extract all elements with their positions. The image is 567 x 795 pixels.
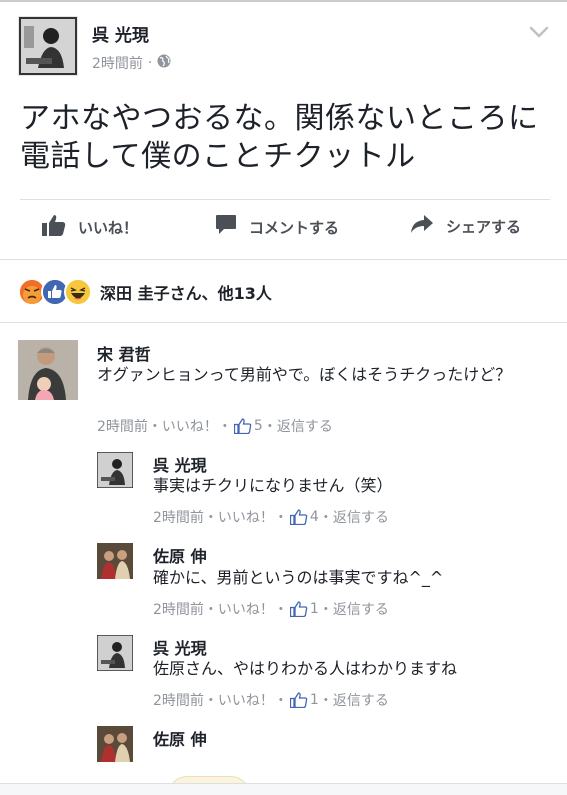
comment-reply-link[interactable]: 返信する bbox=[277, 416, 333, 436]
comment-time[interactable]: 2時間前 bbox=[97, 416, 148, 436]
post-time[interactable]: 2時間前 bbox=[92, 53, 143, 73]
like-button-label: いいね！ bbox=[78, 218, 139, 237]
meta-dot: · bbox=[147, 55, 153, 71]
divider bbox=[0, 322, 567, 323]
comment-like-link[interactable]: いいね！ bbox=[218, 690, 274, 710]
comment-text: オグァンヒョンって男前やで。ぼくはそうチクったけど？ bbox=[97, 365, 512, 384]
like-button[interactable]: いいね！ bbox=[42, 214, 138, 240]
comment-meta: 2時間前 ・ いいね！ ・ 1 ・ 返信する bbox=[153, 599, 389, 619]
comment-meta: 2時間前 ・ いいね！ ・ 1 ・ 返信する bbox=[153, 690, 389, 710]
comment-like-count[interactable]: 1 bbox=[310, 601, 319, 617]
post-meta: 2時間前 · bbox=[92, 53, 171, 73]
thumbs-up-icon bbox=[289, 601, 308, 617]
commenter-name[interactable]: 呉 光現 bbox=[153, 452, 207, 476]
comment-text: 確かに、男前というのは事実ですね^_^ bbox=[153, 568, 444, 587]
thumbs-up-icon bbox=[289, 509, 308, 525]
commenter-avatar[interactable] bbox=[97, 452, 133, 488]
comment-like-link[interactable]: いいね！ bbox=[218, 507, 274, 527]
bottom-bar bbox=[0, 783, 567, 795]
reaction-icons bbox=[18, 278, 92, 306]
commenter-avatar[interactable] bbox=[18, 340, 78, 400]
share-button[interactable]: シェアする bbox=[410, 214, 521, 238]
comment-time[interactable]: 2時間前 bbox=[153, 690, 204, 710]
comment-reply-link[interactable]: 返信する bbox=[333, 690, 389, 710]
commenter-name[interactable]: 宋 君哲 bbox=[97, 341, 151, 365]
comment-button-label: コメントする bbox=[249, 218, 340, 237]
chevron-down-icon[interactable] bbox=[529, 24, 549, 38]
comment-text: 事実はチクリになりません（笑） bbox=[153, 476, 393, 495]
post-author-name[interactable]: 呉 光現 bbox=[92, 21, 149, 46]
share-button-label: シェアする bbox=[446, 217, 522, 236]
commenter-avatar[interactable] bbox=[97, 635, 133, 671]
commenter-name[interactable]: 佐原 伸 bbox=[153, 726, 207, 750]
thumbs-up-icon bbox=[289, 692, 308, 708]
comment-time[interactable]: 2時間前 bbox=[153, 507, 204, 527]
commenter-name[interactable]: 呉 光現 bbox=[153, 635, 207, 659]
top-divider bbox=[0, 0, 567, 2]
comment-like-count[interactable]: 1 bbox=[310, 692, 319, 708]
thumbs-up-icon bbox=[233, 418, 252, 434]
reactions-summary-text: 深田 圭子さん、他13人 bbox=[100, 284, 272, 303]
share-arrow-icon bbox=[410, 214, 434, 238]
thumbs-up-icon bbox=[42, 214, 66, 240]
comment-like-link[interactable]: いいね！ bbox=[218, 599, 274, 619]
reactions-summary[interactable]: 深田 圭子さん、他13人 bbox=[18, 276, 272, 308]
comment-icon bbox=[215, 214, 237, 240]
haha-icon bbox=[64, 278, 92, 306]
comment-like-count[interactable]: 5 bbox=[254, 418, 263, 434]
commenter-avatar[interactable] bbox=[97, 726, 133, 762]
comment-meta: 2時間前 ・ いいね！ ・ 5 ・ 返信する bbox=[97, 416, 333, 436]
comment-meta: 2時間前 ・ いいね！ ・ 4 ・ 返信する bbox=[153, 507, 389, 527]
commenter-avatar[interactable] bbox=[97, 543, 133, 579]
divider bbox=[0, 259, 567, 260]
comment-like-link[interactable]: いいね！ bbox=[162, 416, 218, 436]
action-bar: いいね！ コメントする シェアする bbox=[20, 199, 550, 260]
post-header: 呉 光現 2時間前 · bbox=[18, 16, 549, 78]
comment-time[interactable]: 2時間前 bbox=[153, 599, 204, 619]
commenter-name[interactable]: 佐原 伸 bbox=[153, 543, 207, 567]
comment-reply-link[interactable]: 返信する bbox=[333, 599, 389, 619]
comment-text: 佐原さん、やはりわかる人はわかりますね bbox=[153, 659, 458, 678]
comment-reply-link[interactable]: 返信する bbox=[333, 507, 389, 527]
globe-icon bbox=[157, 54, 171, 72]
comment-like-count[interactable]: 4 bbox=[310, 509, 319, 525]
comment-button[interactable]: コメントする bbox=[215, 214, 339, 240]
post-text: アホなやつおるな。関係ないところに電話して僕のことチクットル bbox=[20, 101, 539, 174]
author-avatar[interactable] bbox=[18, 16, 78, 76]
